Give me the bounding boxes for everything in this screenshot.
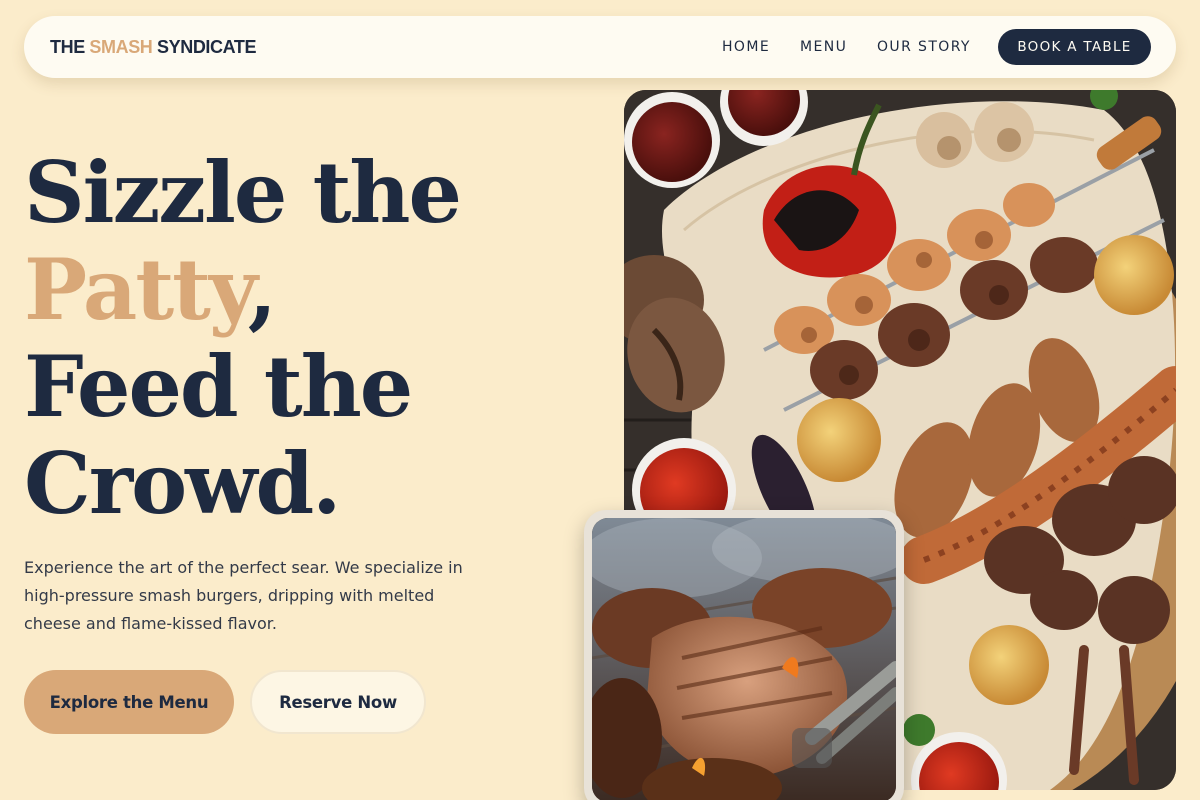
reserve-now-button[interactable]: Reserve Now: [250, 670, 426, 734]
headline-line-4: Crowd.: [24, 434, 341, 533]
logo-text-smash: SMASH: [89, 37, 153, 57]
headline-comma: ,: [247, 240, 277, 339]
nav-link-menu[interactable]: MENU: [800, 39, 847, 55]
navbar: THE SMASH SYNDICATE HOME MENU OUR STORY …: [24, 16, 1176, 78]
hero-headline: Sizzle the Patty, Feed the Crowd.: [24, 143, 462, 533]
headline-accent-word: Patty: [24, 240, 250, 339]
secondary-photo-frame: [592, 518, 896, 800]
grill-meat-illustration: [592, 518, 896, 800]
headline-line-1: Sizzle the: [24, 143, 462, 242]
brand-logo[interactable]: THE SMASH SYNDICATE: [50, 37, 257, 58]
explore-menu-button[interactable]: Explore the Menu: [24, 670, 234, 734]
logo-text-the: THE: [50, 37, 90, 57]
secondary-food-photo: [584, 510, 904, 800]
book-table-button[interactable]: BOOK A TABLE: [998, 29, 1151, 65]
hero-description: Experience the art of the perfect sear. …: [24, 558, 463, 633]
logo-text-syndicate: SYNDICATE: [152, 37, 257, 57]
nav-link-our-story[interactable]: OUR STORY: [877, 39, 971, 55]
nav-link-home[interactable]: HOME: [722, 39, 770, 55]
headline-line-3: Feed the: [24, 337, 413, 436]
headline-line-2: Patty,: [24, 241, 460, 338]
